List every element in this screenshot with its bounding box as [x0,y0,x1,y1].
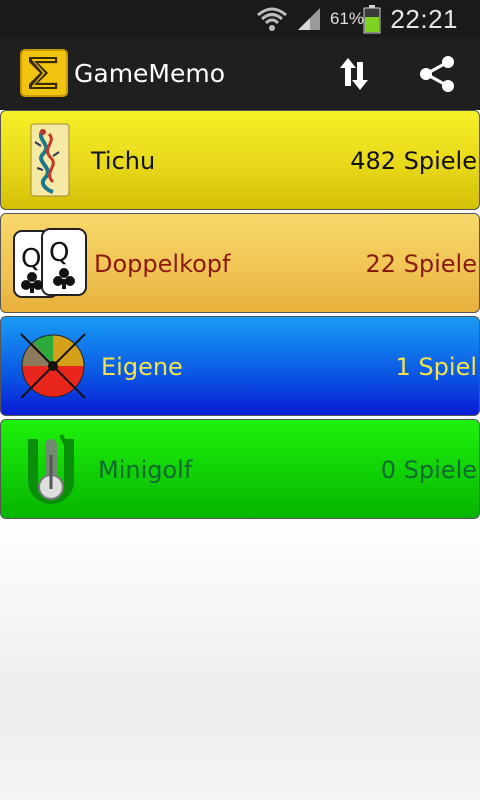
game-count: 22 Spiele [365,250,477,278]
game-item-tichu[interactable]: Tichu 482 Spiele [0,110,480,210]
game-name: Minigolf [98,456,193,484]
svg-text:Q: Q [21,244,41,274]
tichu-dragon-card-icon [13,122,87,198]
game-name: Doppelkopf [94,250,231,278]
share-icon[interactable] [416,52,460,96]
signal-icon [296,0,324,38]
game-name: Eigene [101,353,183,381]
battery-percent: 61% [329,9,364,28]
color-wheel-x-icon [13,328,87,404]
game-item-minigolf[interactable]: Minigolf 0 Spiele [0,419,480,519]
game-item-eigene[interactable]: Eigene 1 Spiel [0,316,480,416]
game-name: Tichu [91,147,156,175]
game-count: 482 Spiele [350,147,477,175]
game-item-doppelkopf[interactable]: Q Q Doppelkopf 22 Spiele [0,213,480,313]
sort-arrows-icon[interactable] [332,52,376,96]
clock: 22:21 [390,3,458,34]
action-bar: GameMemo [0,38,480,110]
queen-of-clubs-cards-icon: Q Q [13,225,87,301]
status-bar: 61% 22:21 [0,0,480,38]
game-count: 1 Spiel [395,353,477,381]
battery-icon [363,0,383,38]
game-count: 0 Spiele [380,456,477,484]
app-title: GameMemo [74,59,226,88]
wifi-icon [256,0,290,38]
sigma-logo-icon[interactable] [20,49,68,97]
svg-text:Q: Q [49,238,69,268]
golf-putter-icon [13,431,87,507]
